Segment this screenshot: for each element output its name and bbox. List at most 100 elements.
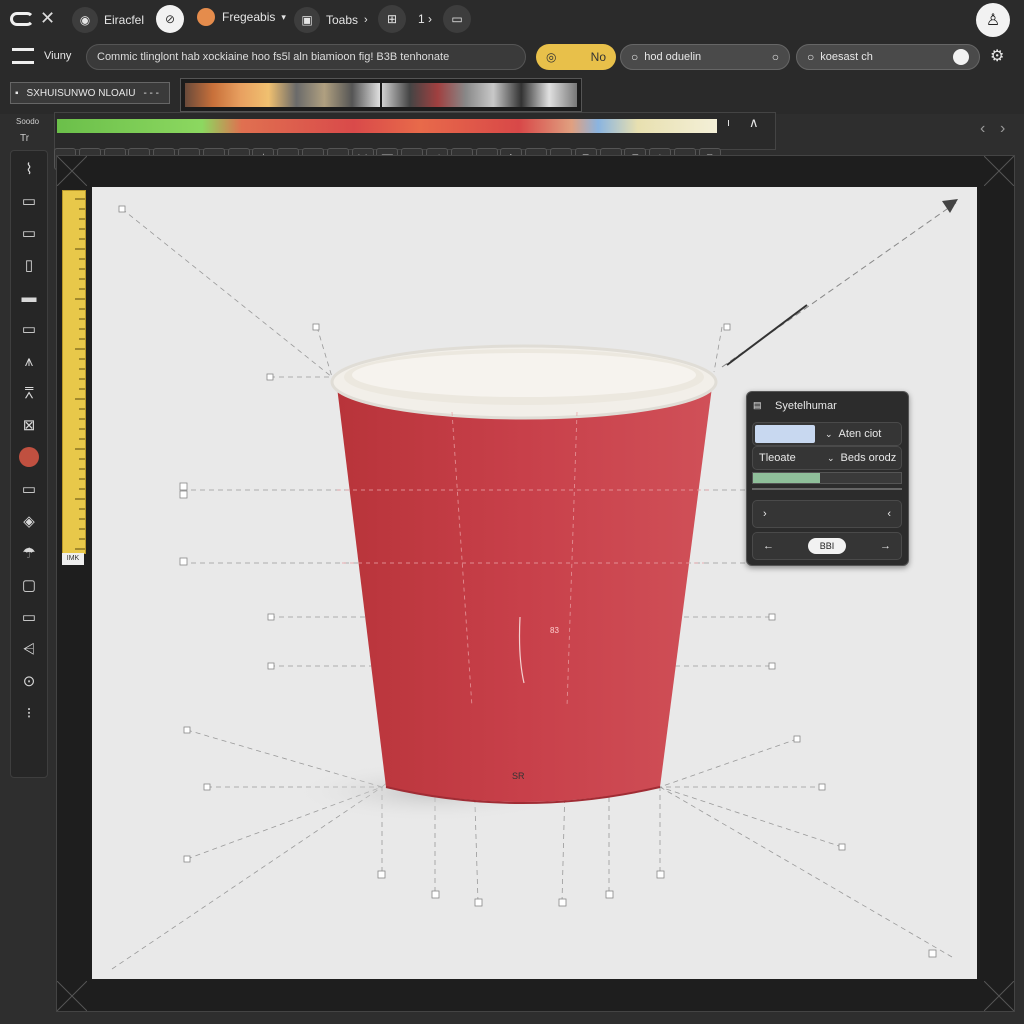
chevron-down-icon[interactable]: ▾ [281, 12, 286, 23]
layer-row: ▪ SXHUISUNWO NLOAIU - - - [0, 74, 1024, 114]
image-canvas[interactable]: 83 SR [92, 187, 977, 979]
address-row: Viuny Commic tlinglont hab xockiaine hoo… [0, 40, 1024, 74]
timeline-panel: ı ∧ [54, 112, 776, 150]
toggle-no[interactable]: ◎ No [536, 44, 616, 70]
palette-tool-icon[interactable]: ⊙ [15, 667, 43, 695]
panel-nav-row: › ‹ [752, 500, 902, 528]
user-avatar[interactable]: ♙ [976, 3, 1010, 37]
palette-tool-icon[interactable]: ⁝ [15, 699, 43, 727]
palette-tool-icon[interactable]: ▯ [15, 251, 43, 279]
corner-marker-icon [56, 155, 88, 187]
clock-icon[interactable]: ⊘ [156, 5, 184, 33]
top-bar: ✕ ◉ Eiracfel ⊘ Fregeabis ▾ ▣ Toabs › ⊞ 1… [0, 0, 1024, 41]
filmstrip-thumbs [382, 83, 577, 107]
palette-tool-icon[interactable] [19, 447, 39, 467]
field-1[interactable]: ○ hod oduelin ○ [620, 44, 790, 70]
palette-tool-icon[interactable]: ▢ [15, 571, 43, 599]
palette-tool-icon[interactable]: ⩤ [15, 635, 43, 663]
palette-tool-icon[interactable]: ⊠ [15, 411, 43, 439]
field-2-label: koesast ch [820, 51, 873, 63]
cup-illustration: 83 SR [111, 199, 958, 970]
toggle-no-label: No [590, 50, 606, 64]
palette-tool-icon[interactable]: ⩚ [15, 347, 43, 375]
cup-label-mid: 83 [550, 626, 559, 635]
palette-tool-icon[interactable]: ⌇ [15, 155, 43, 183]
vertical-ruler[interactable] [62, 190, 86, 554]
radio-icon: ○ [631, 50, 639, 64]
corner-marker-icon [983, 980, 1015, 1012]
next-arrow-icon[interactable]: › [1000, 120, 1005, 138]
panel-title: Syetelhumar [775, 400, 837, 412]
prev-arrow-icon[interactable]: ‹ [980, 120, 985, 138]
instagram-icon: ◎ [546, 50, 557, 64]
chevron-right-icon[interactable]: › [364, 14, 368, 26]
corner-marker-icon [983, 155, 1015, 187]
tab-2-label: Fregeabis [222, 10, 276, 24]
tab-3[interactable]: ▣ Toabs › [294, 7, 368, 33]
tab-1[interactable]: ◉ Eiracfel [72, 7, 144, 33]
palette-tool-icon[interactable]: ▭ [15, 603, 43, 631]
logo-icon [10, 12, 34, 26]
layer-menu: - - - [143, 87, 159, 99]
color-swatch[interactable] [755, 425, 815, 443]
palette-tool-icon[interactable]: ▭ [15, 187, 43, 215]
panel-row-1-value: Aten ciot [838, 428, 882, 440]
chevron-right-icon[interactable]: › [763, 508, 767, 520]
panel-row-2[interactable]: Tleoate ⌄ Beds orodz [752, 446, 902, 470]
layer-select[interactable]: ▪ SXHUISUNWO NLOAIU - - - [10, 82, 170, 104]
palette-tool-icon[interactable]: ☂ [15, 539, 43, 567]
settings-icon[interactable]: ⚙ [990, 46, 1004, 66]
field-1-label: hod oduelin [644, 51, 702, 63]
field-2[interactable]: ○ koesast ch [796, 44, 980, 70]
filmstrip-thumbs [185, 83, 380, 107]
panel-row-2-value: Beds orodz [840, 452, 897, 464]
radio-off-icon: ○ [771, 50, 779, 64]
path-field[interactable]: Commic tlinglont hab xockiaine hoo fs5l … [86, 44, 526, 70]
panel-row-2-label: Tleoate [759, 452, 796, 464]
comment-icon[interactable]: ▭ [443, 5, 471, 33]
chevron-down-icon[interactable]: ⌄ [827, 453, 835, 464]
layer-label: SXHUISUNWO NLOAIU [26, 87, 136, 99]
path-text: Commic tlinglont hab xockiaine hoo fs5l … [97, 51, 450, 63]
palette-tool-icon[interactable]: ◈ [15, 507, 43, 535]
page-chip[interactable]: BBI [807, 538, 847, 554]
palette-tool-icon[interactable]: ▭ [15, 475, 43, 503]
layer-icon: ▪ [15, 87, 19, 99]
progress-slider[interactable] [752, 472, 902, 484]
timeline-bar[interactable] [57, 119, 717, 133]
menu-icon[interactable] [12, 48, 34, 64]
chevron-down-icon[interactable]: ⌄ [825, 429, 833, 440]
page-indicator: 1 › [418, 12, 433, 26]
palette-tool-icon[interactable]: ▭ [15, 219, 43, 247]
rail-label-2: Tr [20, 133, 30, 144]
marker-icon[interactable]: ı [727, 117, 730, 129]
tab-2[interactable]: Fregeabis ▾ [196, 7, 286, 27]
film-icon: ▣ [294, 7, 320, 33]
progress-fill [753, 473, 820, 483]
grid-icon[interactable]: ⊞ [378, 5, 406, 33]
panel-row-1[interactable]: ⌄ Aten ciot [752, 422, 902, 446]
arrow-left-icon[interactable]: ← [763, 540, 774, 552]
palette-tool-icon[interactable]: ▬ [15, 283, 43, 311]
chevron-left-icon[interactable]: ‹ [887, 508, 891, 520]
pen-icon[interactable]: ∧ [749, 115, 759, 131]
filmstrip[interactable] [180, 78, 582, 112]
tab-1-label: Eiracfel [104, 13, 145, 27]
radio-icon: ○ [807, 50, 815, 64]
left-tool-palette: ⌇ ▭ ▭ ▯ ▬ ▭ ⩚ ⩞ ⊠ ▭ ◈ ☂ ▢ ▭ ⩤ ⊙ ⁝ [10, 150, 48, 778]
ruler-label: IMK [62, 553, 84, 565]
tab-3-label: Toabs [326, 13, 359, 27]
toggle-knob-icon [953, 49, 969, 65]
message-icon: ◉ [72, 7, 98, 33]
arrow-right-icon[interactable]: → [880, 540, 891, 552]
close-icon[interactable]: ✕ [40, 8, 55, 29]
cup-label-bottom: SR [512, 771, 525, 781]
view-label: Viuny [44, 50, 72, 62]
corner-marker-icon [56, 980, 88, 1012]
palette-tool-icon[interactable]: ▭ [15, 315, 43, 343]
palette-tool-icon[interactable]: ⩞ [15, 379, 43, 407]
cup-body [337, 387, 712, 802]
rail-label-1: Soodo [16, 117, 40, 126]
tab-2-dot-icon [196, 7, 216, 27]
panel-drag-icon[interactable]: ▤ [753, 400, 762, 411]
